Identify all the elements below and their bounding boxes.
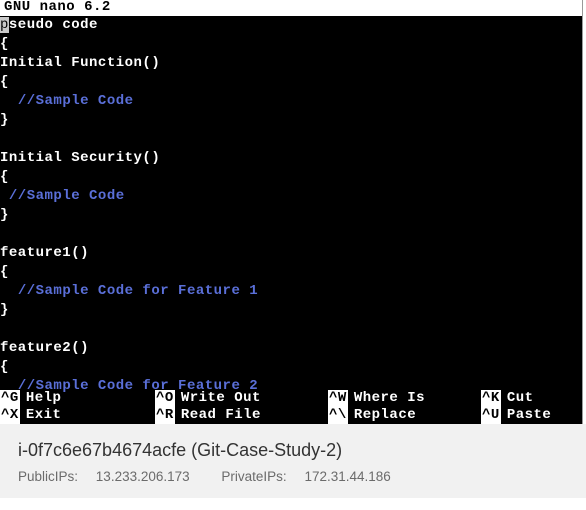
editor-line: { [0,168,582,187]
shortcut-key: ^O [155,390,175,407]
editor-text: p [0,17,9,33]
shortcut-label: Paste [501,407,552,424]
editor-text: //Sample Code for Feature 1 [18,283,258,299]
editor-line: { [0,358,582,377]
editor-text: feature1() [0,245,89,261]
shortcut-item[interactable]: ^UPaste [481,407,582,424]
shortcut-label: Write Out [175,390,261,407]
editor-line: //Sample Code [0,92,582,111]
shortcut-key: ^X [0,407,20,424]
instance-id: i-0f7c6e67b4674acfe (Git-Case-Study-2) [18,440,568,461]
editor-text: seudo code [9,17,98,33]
editor-text [0,188,9,204]
editor-line: //Sample Code for Feature 1 [0,282,582,301]
public-ip-label: PublicIPs: [18,469,78,484]
shortcut-label: Exit [20,407,62,424]
shortcut-key: ^W [328,390,348,407]
shortcut-key: ^G [0,390,20,407]
editor-text [0,131,9,147]
editor-text: } [0,302,9,318]
editor-line [0,320,582,339]
nano-titlebar: GNU nano 6.2 [0,0,582,16]
shortcut-key: ^R [155,407,175,424]
editor-text [0,283,18,299]
shortcut-item[interactable]: ^KCut [481,390,582,407]
editor-line: { [0,263,582,282]
editor-text: { [0,36,9,52]
editor-text: } [0,112,9,128]
editor-line: Initial Function() [0,54,582,73]
shortcut-key: ^\ [328,407,348,424]
private-ip-value: 172.31.44.186 [304,469,390,484]
public-ip-value: 13.233.206.173 [96,469,190,484]
editor-text: //Sample Code [18,93,134,109]
shortcut-bar: ^GHelp^OWrite Out^WWhere Is^KCut^XExit^R… [0,390,582,424]
editor-text [0,93,18,109]
shortcut-key: ^U [481,407,501,424]
shortcut-label: Cut [501,390,534,407]
editor-line [0,225,582,244]
editor-text [0,226,9,242]
editor-text: feature2() [0,340,89,356]
instance-status-panel: i-0f7c6e67b4674acfe (Git-Case-Study-2) P… [0,424,586,498]
shortcut-item[interactable]: ^\Replace [328,407,481,424]
editor-text: { [0,169,9,185]
editor-text: Initial Security() [0,150,160,166]
shortcut-label: Where Is [348,390,425,407]
editor-text: Initial Function() [0,55,160,71]
terminal-window[interactable]: GNU nano 6.2 pseudo code{Initial Functio… [0,0,583,424]
editor-line: feature2() [0,339,582,358]
shortcut-row: ^XExit^RRead File^\Replace^UPaste [0,407,582,424]
editor-text: { [0,264,9,280]
editor-line: Initial Security() [0,149,582,168]
shortcut-label: Replace [348,407,416,424]
editor-line: } [0,206,582,225]
shortcut-item[interactable]: ^WWhere Is [328,390,481,407]
shortcut-label: Help [20,390,62,407]
shortcut-row: ^GHelp^OWrite Out^WWhere Is^KCut [0,390,582,407]
editor-text: { [0,359,9,375]
shortcut-item[interactable]: ^GHelp [0,390,155,407]
editor-line: feature1() [0,244,582,263]
editor-line: } [0,111,582,130]
shortcut-item[interactable]: ^XExit [0,407,155,424]
editor-area[interactable]: pseudo code{Initial Function(){ //Sample… [0,16,582,415]
editor-text: //Sample Code [9,188,125,204]
editor-text [0,321,9,337]
editor-line: { [0,35,582,54]
editor-line: { [0,73,582,92]
editor-line: } [0,301,582,320]
editor-line: //Sample Code [0,187,582,206]
shortcut-key: ^K [481,390,501,407]
editor-line: pseudo code [0,16,582,35]
shortcut-item[interactable]: ^OWrite Out [155,390,328,407]
shortcut-label: Read File [175,407,261,424]
ip-info: PublicIPs: 13.233.206.173 PrivateIPs: 17… [18,469,568,484]
editor-text: } [0,207,9,223]
editor-text: { [0,74,9,90]
editor-line [0,130,582,149]
shortcut-item[interactable]: ^RRead File [155,407,328,424]
private-ip-label: PrivateIPs: [221,469,286,484]
